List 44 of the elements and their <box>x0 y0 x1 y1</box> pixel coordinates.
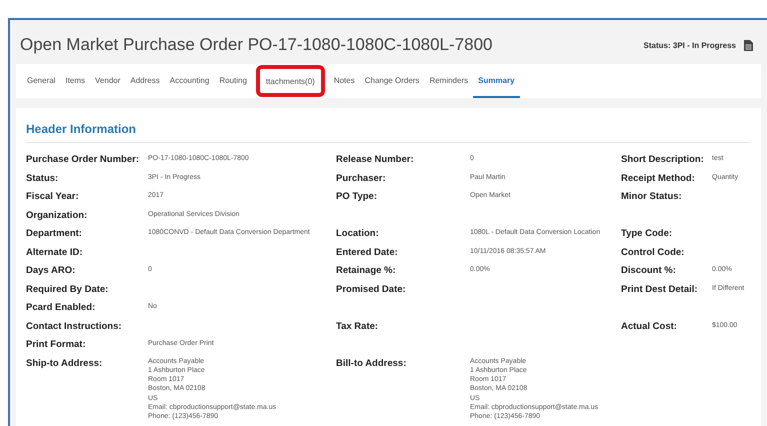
field-label: Contact Instructions: <box>26 320 123 333</box>
field-label: Bill-to Address: <box>336 356 408 370</box>
field-label: Actual Cost: <box>621 320 678 333</box>
tab[interactable]: Vendor <box>90 64 126 98</box>
tab[interactable]: Accounting <box>164 64 214 98</box>
field-label: Print Dest Detail: <box>621 282 699 296</box>
field-label: Required By Date: <box>26 282 110 296</box>
field-label: Purchase Order Number: <box>26 153 140 166</box>
field-label: Release Number: <box>336 153 415 166</box>
tab[interactable]: Notes <box>328 64 360 98</box>
field-label: Tax Rate: <box>336 320 380 333</box>
field-label: Days ARO: <box>26 264 76 278</box>
field-label: Pcard Enabled: <box>26 301 96 314</box>
field-label: Receipt Method: <box>621 172 696 185</box>
field-label: Status: <box>26 172 60 185</box>
field-label: Purchaser: <box>336 172 387 185</box>
field-label: Retainage %: <box>336 264 397 278</box>
window-title: Open Market Purchase Order PO-17-1080-1080C-1080L-7800 <box>20 35 492 55</box>
field-label: Control Code: <box>621 246 686 259</box>
tab[interactable]: Change Orders <box>360 64 424 98</box>
field-label: Organization: <box>26 208 88 222</box>
tab[interactable]: Reminders <box>424 64 474 98</box>
section-title: Header Information <box>26 122 751 143</box>
field-label: PO Type: <box>336 190 378 204</box>
field-label: Type Code: <box>621 227 674 240</box>
field-label: Ship-to Address: <box>26 356 104 370</box>
field-label: Print Format: <box>26 338 87 352</box>
tab[interactable]: Summary <box>473 64 520 98</box>
field-label: Department: <box>26 227 83 240</box>
status-text: Status: 3PI - In Progress <box>644 40 736 50</box>
field-label: Location: <box>336 227 380 240</box>
field-label: Minor Status: <box>621 190 683 204</box>
document-icon[interactable] <box>744 40 753 50</box>
field-label: Fiscal Year: <box>26 190 80 204</box>
field-label: Short Description: <box>621 153 705 166</box>
tab[interactable]: Routing <box>214 64 252 98</box>
tab[interactable]: Address <box>125 64 165 98</box>
field-label: Discount %: <box>621 264 677 278</box>
tab[interactable]: Items <box>60 64 90 98</box>
field-label: Alternate ID: <box>26 246 84 259</box>
field-label: Promised Date: <box>336 282 407 296</box>
field-label: Entered Date: <box>336 246 399 259</box>
tab[interactable]: ttachments(0) <box>256 65 325 97</box>
tab[interactable]: General <box>22 64 60 98</box>
